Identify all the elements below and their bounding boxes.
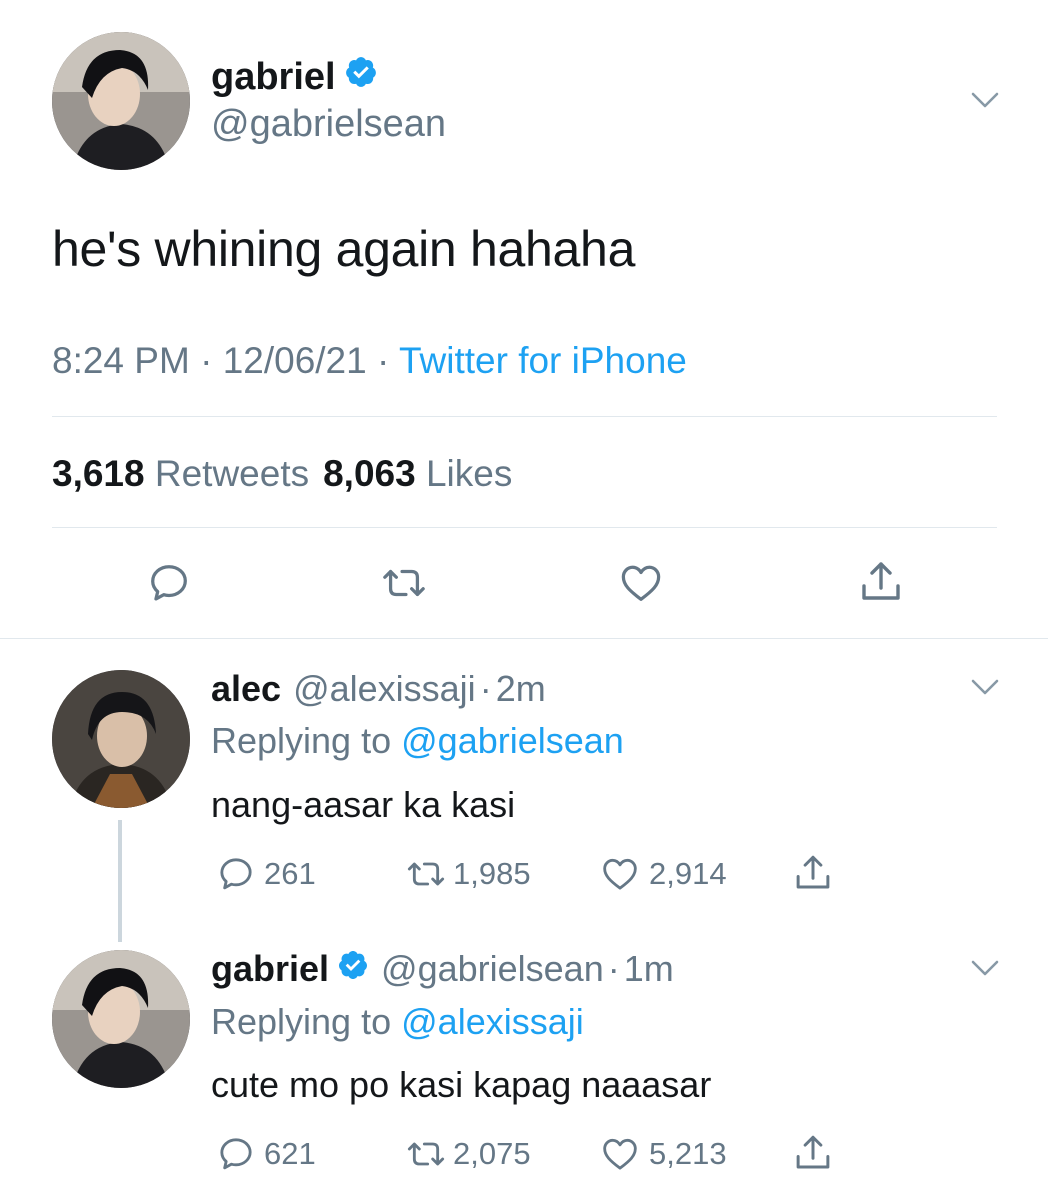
reply-author-name[interactable]: alec xyxy=(211,668,281,710)
like-button[interactable] xyxy=(617,560,665,606)
verified-badge-icon xyxy=(344,55,378,99)
main-tweet-stats: 3,618 Retweets 8,063 Likes xyxy=(52,453,512,495)
meta-separator: · xyxy=(479,668,492,709)
share-icon xyxy=(862,562,900,600)
main-author-handle[interactable]: @gabrielsean xyxy=(211,103,446,146)
meta-separator: · xyxy=(200,340,213,381)
retweet-icon xyxy=(407,1142,445,1166)
reply-time[interactable]: 2m xyxy=(496,668,546,710)
reply-icon xyxy=(220,858,252,890)
like-icon xyxy=(621,565,661,601)
likes-stat[interactable]: 8,063 Likes xyxy=(323,453,512,494)
replying-to-line: Replying to @alexissaji xyxy=(211,1001,584,1043)
share-icon xyxy=(796,1135,830,1169)
likes-label: Likes xyxy=(425,453,513,494)
likes-count: 8,063 xyxy=(323,453,416,494)
meta-separator: · xyxy=(607,948,620,989)
retweet-button[interactable] xyxy=(379,560,429,606)
main-tweet-date: 12/06/21 xyxy=(222,340,367,381)
main-author-avatar[interactable] xyxy=(52,32,190,170)
retweet-button[interactable]: 1,985 xyxy=(403,854,531,894)
reply-button[interactable]: 261 xyxy=(216,854,316,894)
reply-icon xyxy=(151,565,187,601)
retweets-count: 3,618 xyxy=(52,453,145,494)
reply-author-name[interactable]: gabriel xyxy=(211,948,329,990)
reply-header: alec @alexissaji · 2m xyxy=(211,668,546,710)
share-button[interactable] xyxy=(857,558,905,606)
main-tweet-meta: 8:24 PM · 12/06/21 · Twitter for iPhone xyxy=(52,340,687,382)
meta-separator: · xyxy=(377,340,390,381)
main-tweet-time: 8:24 PM xyxy=(52,340,190,381)
reply-author-avatar[interactable] xyxy=(52,670,190,808)
like-button[interactable]: 5,213 xyxy=(599,1134,727,1174)
reply-author-avatar[interactable] xyxy=(52,950,190,1088)
reply-icon xyxy=(220,1138,252,1170)
reply-text: nang-aasar ka kasi xyxy=(211,784,516,825)
replying-to-line: Replying to @gabrielsean xyxy=(211,720,624,762)
verified-badge-icon xyxy=(337,948,369,990)
replying-to-handle[interactable]: @alexissaji xyxy=(401,1001,584,1042)
divider xyxy=(0,638,1048,639)
reply-header: gabriel @gabrielsean · 1m xyxy=(211,948,674,990)
share-button[interactable] xyxy=(792,852,834,894)
replying-to-prefix: Replying to xyxy=(211,720,392,761)
retweet-count: 1,985 xyxy=(453,856,531,891)
reply-button[interactable]: 621 xyxy=(216,1134,316,1174)
replying-to-handle[interactable]: @gabrielsean xyxy=(401,720,624,761)
share-icon xyxy=(796,855,830,889)
retweet-icon xyxy=(383,569,425,597)
reply-button[interactable] xyxy=(146,560,192,606)
main-author-name[interactable]: gabriel xyxy=(211,55,378,99)
thread-line xyxy=(118,820,122,942)
reply-count: 621 xyxy=(264,1136,316,1171)
retweet-count: 2,075 xyxy=(453,1136,531,1171)
replying-to-prefix: Replying to xyxy=(211,1001,392,1042)
main-tweet-source[interactable]: Twitter for iPhone xyxy=(399,340,687,381)
main-tweet-text: he's whining again hahaha xyxy=(52,221,636,277)
chevron-down-icon[interactable] xyxy=(970,958,1000,978)
main-author-name-text[interactable]: gabriel xyxy=(211,56,336,99)
reply-text: cute mo po kasi kapag naaasar xyxy=(211,1064,712,1105)
retweet-icon xyxy=(407,862,445,886)
reply-count: 261 xyxy=(264,856,316,891)
like-icon xyxy=(603,1138,637,1170)
share-button[interactable] xyxy=(792,1132,834,1174)
reply-author-handle[interactable]: @alexissaji xyxy=(293,668,476,710)
retweets-stat[interactable]: 3,618 Retweets xyxy=(52,453,309,494)
reply-time[interactable]: 1m xyxy=(624,948,674,990)
like-button[interactable]: 2,914 xyxy=(599,854,727,894)
like-count: 5,213 xyxy=(649,1136,727,1171)
retweets-label: Retweets xyxy=(154,453,310,494)
like-count: 2,914 xyxy=(649,856,727,891)
like-icon xyxy=(603,858,637,890)
divider xyxy=(52,527,997,528)
reply-author-handle[interactable]: @gabrielsean xyxy=(381,948,604,990)
retweet-button[interactable]: 2,075 xyxy=(403,1134,531,1174)
divider xyxy=(52,416,997,417)
chevron-down-icon[interactable] xyxy=(970,90,1000,110)
chevron-down-icon[interactable] xyxy=(970,677,1000,697)
